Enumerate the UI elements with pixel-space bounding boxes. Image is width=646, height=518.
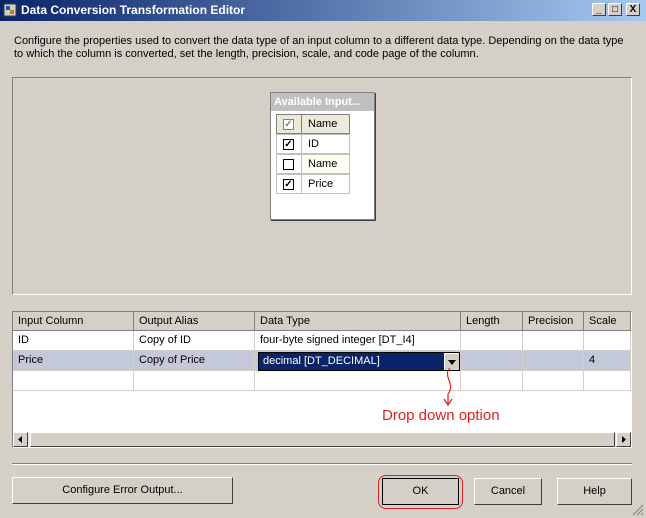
length-cell[interactable] (461, 331, 523, 351)
list-item[interactable]: ✓ Price (276, 174, 350, 194)
empty-cell[interactable] (255, 371, 461, 391)
data-type-dropdown[interactable]: decimal [DT_DECIMAL] (258, 352, 460, 371)
output-alias-cell[interactable]: Copy of ID (134, 331, 255, 351)
configure-error-output-button[interactable]: Configure Error Output... (12, 477, 233, 504)
price-checkbox[interactable]: ✓ (283, 179, 294, 190)
available-inputs-header: ✓ Name (276, 114, 350, 134)
scroll-thumb[interactable] (30, 432, 615, 447)
name-checkbox[interactable] (283, 159, 294, 170)
column-header[interactable]: Output Alias (134, 312, 255, 331)
list-item[interactable]: ✓ ID (276, 134, 350, 154)
column-header[interactable]: Input Column (13, 312, 134, 331)
list-item[interactable]: Name (276, 154, 350, 174)
help-button[interactable]: Help (557, 478, 632, 505)
precision-cell[interactable] (523, 331, 584, 351)
ok-highlight-ring (378, 475, 463, 509)
close-button[interactable]: X (626, 3, 640, 16)
empty-cell[interactable] (584, 371, 631, 391)
input-column-cell[interactable]: Price (13, 351, 134, 371)
empty-cell[interactable] (461, 371, 523, 391)
empty-cell[interactable] (523, 371, 584, 391)
empty-cell[interactable] (134, 371, 255, 391)
available-inputs-box[interactable]: Available Input... ✓ Name ✓ ID Name ✓ Pr… (270, 92, 375, 220)
column-header[interactable]: Scale (584, 312, 631, 331)
window-title: Data Conversion Transformation Editor (21, 3, 246, 17)
input-column-cell[interactable]: ID (13, 331, 134, 351)
conversion-grid[interactable]: Input Column Output Alias Data Type Leng… (12, 311, 632, 448)
scale-cell[interactable]: 4 (584, 351, 631, 371)
column-header[interactable]: Length (461, 312, 523, 331)
output-alias-cell[interactable]: Copy of Price (134, 351, 255, 371)
divider (12, 463, 632, 465)
resize-grip-icon[interactable] (632, 504, 644, 516)
precision-cell[interactable] (523, 351, 584, 371)
length-cell[interactable] (461, 351, 523, 371)
annotation-arrow-icon (443, 367, 453, 407)
column-header[interactable]: Precision (523, 312, 584, 331)
data-type-cell[interactable]: four-byte signed integer [DT_I4] (255, 331, 461, 351)
available-inputs-title: Available Input... (271, 93, 374, 111)
title-bar[interactable]: Data Conversion Transformation Editor _ … (0, 0, 646, 21)
name-column-header: Name (302, 114, 350, 134)
annotation-label: Drop down option (382, 407, 500, 424)
data-type-value: decimal [DT_DECIMAL] (263, 355, 380, 367)
empty-cell[interactable] (13, 371, 134, 391)
horizontal-scrollbar[interactable] (13, 432, 631, 447)
cancel-button[interactable]: Cancel (474, 478, 542, 505)
maximize-button[interactable]: □ (608, 3, 622, 16)
input-name: Price (302, 174, 350, 194)
ssis-component-icon (3, 3, 17, 17)
select-all-checkbox[interactable]: ✓ (283, 119, 294, 130)
description-text: Configure the properties used to convert… (14, 35, 624, 60)
scroll-right-icon[interactable] (616, 432, 631, 447)
input-name: ID (302, 134, 350, 154)
input-name: Name (302, 154, 350, 174)
id-checkbox[interactable]: ✓ (283, 139, 294, 150)
column-header[interactable]: Data Type (255, 312, 461, 331)
minimize-button[interactable]: _ (592, 3, 606, 16)
scale-cell[interactable] (584, 331, 631, 351)
scroll-left-icon[interactable] (13, 432, 28, 447)
